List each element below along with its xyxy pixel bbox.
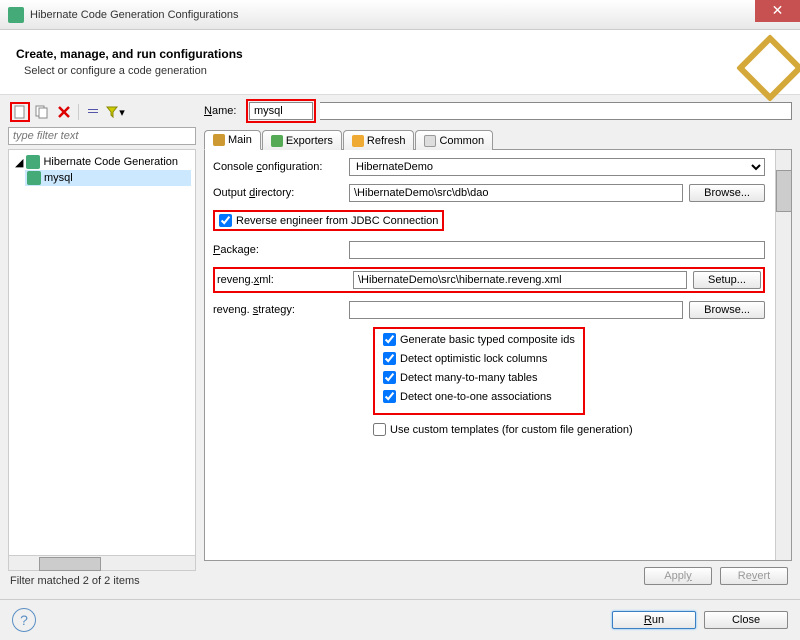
- dialog-header: Create, manage, and run configurations S…: [0, 30, 800, 95]
- help-button[interactable]: ?: [12, 608, 36, 632]
- filter-status: Filter matched 2 of 2 items: [8, 571, 196, 591]
- apply-button[interactable]: Apply: [644, 567, 712, 585]
- strategy-browse-button[interactable]: Browse...: [689, 301, 765, 319]
- package-label: Package:: [213, 244, 343, 256]
- tab-common[interactable]: Common: [415, 130, 493, 150]
- tree-item-root[interactable]: ◢Hibernate Code Generation: [13, 154, 191, 170]
- sidebar-toolbar: ▾: [8, 99, 196, 125]
- console-select[interactable]: HibernateDemo: [349, 158, 765, 176]
- duplicate-button[interactable]: [32, 102, 52, 122]
- reverse-checkbox[interactable]: [219, 214, 232, 227]
- custom-templates-label: Use custom templates (for custom file ge…: [390, 424, 633, 436]
- tree-item-mysql[interactable]: mysql: [25, 170, 191, 186]
- form-scrollbar[interactable]: [775, 150, 791, 560]
- console-label: Console configuration:: [213, 161, 343, 173]
- collapse-button[interactable]: [83, 102, 103, 122]
- dialog-footer: ? Run Close: [0, 599, 800, 640]
- window-close-button[interactable]: ✕: [755, 0, 800, 22]
- sidebar: ▾ ◢Hibernate Code Generation mysql Filte…: [4, 99, 200, 591]
- name-label: Name:: [204, 105, 242, 117]
- tree-scrollbar[interactable]: [8, 555, 196, 571]
- name-input[interactable]: [249, 102, 313, 120]
- app-icon: [8, 7, 24, 23]
- tab-bar: Main Exporters Refresh Common: [204, 129, 792, 150]
- hibernate-logo-icon: [744, 42, 784, 82]
- header-title: Create, manage, and run configurations: [16, 47, 243, 61]
- config-tree[interactable]: ◢Hibernate Code Generation mysql: [8, 149, 196, 556]
- run-button[interactable]: Run: [612, 611, 696, 629]
- filter-button[interactable]: ▾: [105, 102, 125, 122]
- strategy-input[interactable]: [349, 301, 683, 319]
- check-composite-ids[interactable]: [383, 333, 396, 346]
- tab-exporters[interactable]: Exporters: [262, 130, 342, 150]
- close-button[interactable]: Close: [704, 611, 788, 629]
- reveng-label: reveng.xml:: [217, 274, 347, 286]
- reverse-label: Reverse engineer from JDBC Connection: [236, 215, 438, 227]
- reveng-input[interactable]: [353, 271, 687, 289]
- package-input[interactable]: [349, 241, 765, 259]
- setup-button[interactable]: Setup...: [693, 271, 761, 289]
- outdir-browse-button[interactable]: Browse...: [689, 184, 765, 202]
- strategy-label: reveng. strategy:: [213, 304, 343, 316]
- revert-button[interactable]: Revert: [720, 567, 788, 585]
- header-subtitle: Select or configure a code generation: [24, 65, 243, 77]
- delete-button[interactable]: [54, 102, 74, 122]
- tab-main[interactable]: Main: [204, 130, 261, 150]
- check-optimistic-lock[interactable]: [383, 352, 396, 365]
- filter-input[interactable]: [8, 127, 196, 145]
- window-title: Hibernate Code Generation Configurations: [30, 9, 239, 21]
- main-form: Console configuration: HibernateDemo Out…: [204, 150, 792, 561]
- titlebar: Hibernate Code Generation Configurations…: [0, 0, 800, 30]
- check-custom-templates[interactable]: [373, 423, 386, 436]
- check-many-to-many[interactable]: [383, 371, 396, 384]
- main-panel: Name: Main Exporters Refresh Common Cons…: [200, 99, 796, 591]
- name-input-ext[interactable]: [320, 102, 792, 120]
- outdir-label: Output directory:: [213, 187, 343, 199]
- new-config-button[interactable]: [10, 102, 30, 122]
- check-one-to-one[interactable]: [383, 390, 396, 403]
- tab-refresh[interactable]: Refresh: [343, 130, 415, 150]
- outdir-input[interactable]: [349, 184, 683, 202]
